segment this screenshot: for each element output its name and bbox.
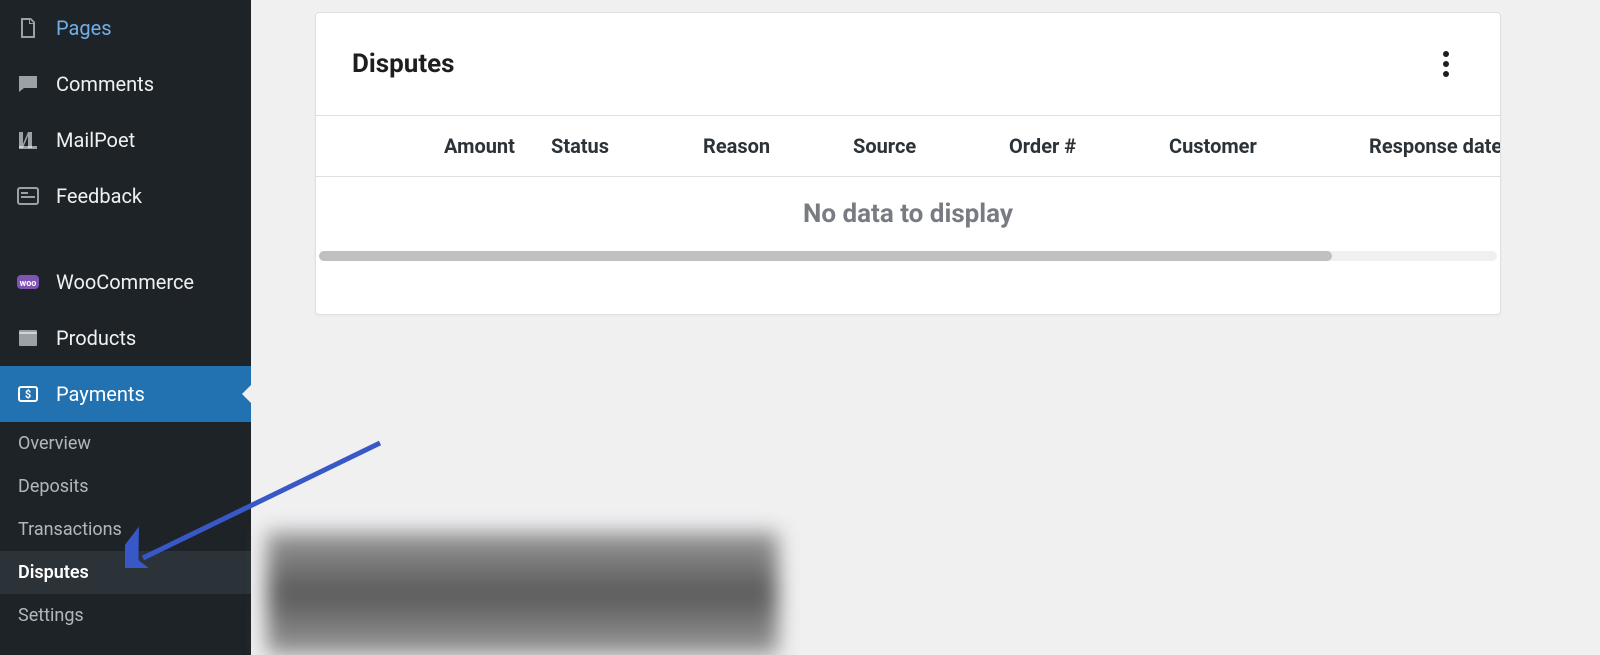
card-footer xyxy=(316,264,1500,314)
sidebar-item-woocommerce[interactable]: woo WooCommerce xyxy=(0,254,251,310)
col-header-source[interactable]: Source xyxy=(853,134,1009,158)
sidebar-item-feedback[interactable]: Feedback xyxy=(0,168,251,224)
scrollbar-thumb[interactable] xyxy=(319,251,1332,261)
svg-text:$: $ xyxy=(25,388,31,401)
sub-item-label: Overview xyxy=(18,433,91,454)
sub-item-deposits[interactable]: Deposits xyxy=(0,465,251,508)
sidebar-item-mailpoet[interactable]: MailPoet xyxy=(0,112,251,168)
feedback-icon xyxy=(14,182,42,210)
horizontal-scrollbar[interactable] xyxy=(319,251,1497,261)
sidebar-item-comments[interactable]: Comments xyxy=(0,56,251,112)
sidebar-item-label: Products xyxy=(56,326,136,350)
sub-item-disputes[interactable]: Disputes xyxy=(0,551,251,594)
sub-item-label: Deposits xyxy=(18,476,89,497)
woo-icon: woo xyxy=(14,268,42,296)
sub-item-settings[interactable]: Settings xyxy=(0,594,251,637)
sidebar-item-payments[interactable]: $ Payments xyxy=(0,366,251,422)
svg-text:woo: woo xyxy=(20,279,37,289)
card-options-button[interactable] xyxy=(1428,46,1464,82)
blurred-region xyxy=(267,532,778,655)
sidebar-item-label: WooCommerce xyxy=(56,270,194,294)
col-header-amount[interactable]: Amount xyxy=(366,134,551,158)
comment-icon xyxy=(14,70,42,98)
sidebar-item-label: Feedback xyxy=(56,184,142,208)
mailpoet-icon xyxy=(14,126,42,154)
sidebar-item-label: Payments xyxy=(56,382,145,406)
card-title: Disputes xyxy=(352,49,455,79)
kebab-icon xyxy=(1443,51,1449,77)
sidebar-item-label: MailPoet xyxy=(56,128,135,152)
disputes-table: Amount Status Reason Source Order # Cust… xyxy=(316,115,1500,264)
table-empty-message: No data to display xyxy=(316,177,1500,251)
table-head-row: Amount Status Reason Source Order # Cust… xyxy=(316,116,1500,177)
sidebar-item-label: Comments xyxy=(56,72,154,96)
sidebar-spacer xyxy=(0,224,251,254)
card-header: Disputes xyxy=(316,13,1500,115)
payments-icon: $ xyxy=(14,380,42,408)
col-header-order[interactable]: Order # xyxy=(1009,134,1169,158)
col-header-status[interactable]: Status xyxy=(551,134,703,158)
col-header-response-date[interactable]: Response date xyxy=(1369,134,1500,158)
products-icon xyxy=(14,324,42,352)
sidebar-item-pages[interactable]: Pages xyxy=(0,0,251,56)
sidebar-item-label: Pages xyxy=(56,16,112,40)
sub-item-label: Settings xyxy=(18,605,84,626)
col-header-customer[interactable]: Customer xyxy=(1169,134,1369,158)
sub-item-label: Disputes xyxy=(18,562,89,583)
sub-item-label: Transactions xyxy=(18,519,122,540)
disputes-card: Disputes Amount Status Reason Source Ord… xyxy=(315,12,1501,315)
sub-item-transactions[interactable]: Transactions xyxy=(0,508,251,551)
pages-icon xyxy=(14,14,42,42)
sub-item-overview[interactable]: Overview xyxy=(0,422,251,465)
sidebar-item-products[interactable]: Products xyxy=(0,310,251,366)
admin-sidebar: Pages Comments MailPoet Feedback woo Woo… xyxy=(0,0,251,655)
col-header-check xyxy=(316,134,366,158)
col-header-reason[interactable]: Reason xyxy=(703,134,853,158)
